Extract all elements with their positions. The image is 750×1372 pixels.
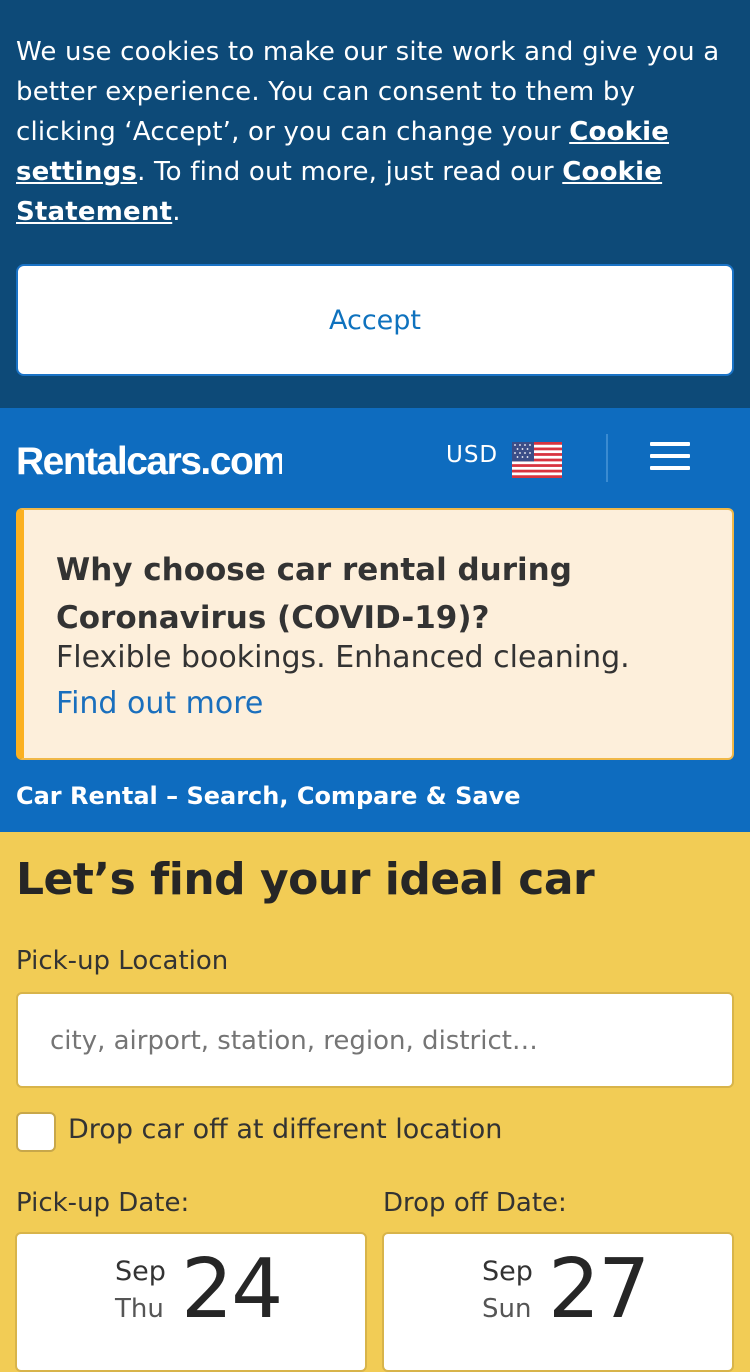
dropoff-different-checkbox[interactable] [16, 1112, 56, 1152]
dropoff-date-picker[interactable]: Sep Sun 27 [382, 1232, 734, 1372]
pickup-date-label: Pick-up Date: [16, 1188, 190, 1218]
pickup-date-day: 24 [181, 1242, 283, 1337]
site-header: Rentalcars.com USD Why choose car rental… [0, 408, 750, 832]
dropoff-different-label[interactable]: Drop car off at different location [68, 1114, 502, 1145]
covid-notice: Why choose car rental during Coronavirus… [16, 508, 734, 760]
dropoff-date-label: Drop off Date: [383, 1188, 567, 1218]
find-out-more-link[interactable]: Find out more [56, 686, 263, 721]
pickup-date-picker[interactable]: Sep Thu 24 [15, 1232, 367, 1372]
hamburger-menu-icon[interactable] [650, 442, 690, 474]
header-divider [606, 434, 608, 482]
covid-notice-body: Flexible bookings. Enhanced cleaning. [56, 640, 630, 675]
currency-selector[interactable]: USD [446, 442, 498, 468]
pickup-location-field[interactable] [16, 992, 734, 1088]
cookie-message: We use cookies to make our site work and… [16, 32, 734, 232]
us-flag-icon[interactable] [512, 442, 562, 478]
logo-text: Rentalcars.com [16, 440, 282, 482]
dropoff-date-month: Sep [482, 1256, 533, 1287]
cookie-banner: We use cookies to make our site work and… [0, 0, 750, 408]
cookie-text-3: . [172, 197, 181, 227]
pickup-location-label: Pick-up Location [16, 946, 229, 976]
page-tagline: Car Rental – Search, Compare & Save [16, 782, 521, 810]
dropoff-date-weekday: Sun [482, 1294, 532, 1324]
rentalcars-logo[interactable]: Rentalcars.com [16, 438, 282, 482]
pickup-date-month: Sep [115, 1256, 166, 1287]
covid-notice-title: Why choose car rental during Coronavirus… [56, 552, 572, 636]
search-form-title: Let’s find your ideal car [16, 854, 595, 905]
dropoff-date-day: 27 [548, 1242, 650, 1337]
cookie-text-2: . To find out more, just read our [137, 157, 563, 187]
accept-cookies-button[interactable]: Accept [16, 264, 734, 376]
pickup-date-weekday: Thu [115, 1294, 164, 1324]
pickup-location-input[interactable] [50, 1018, 700, 1064]
